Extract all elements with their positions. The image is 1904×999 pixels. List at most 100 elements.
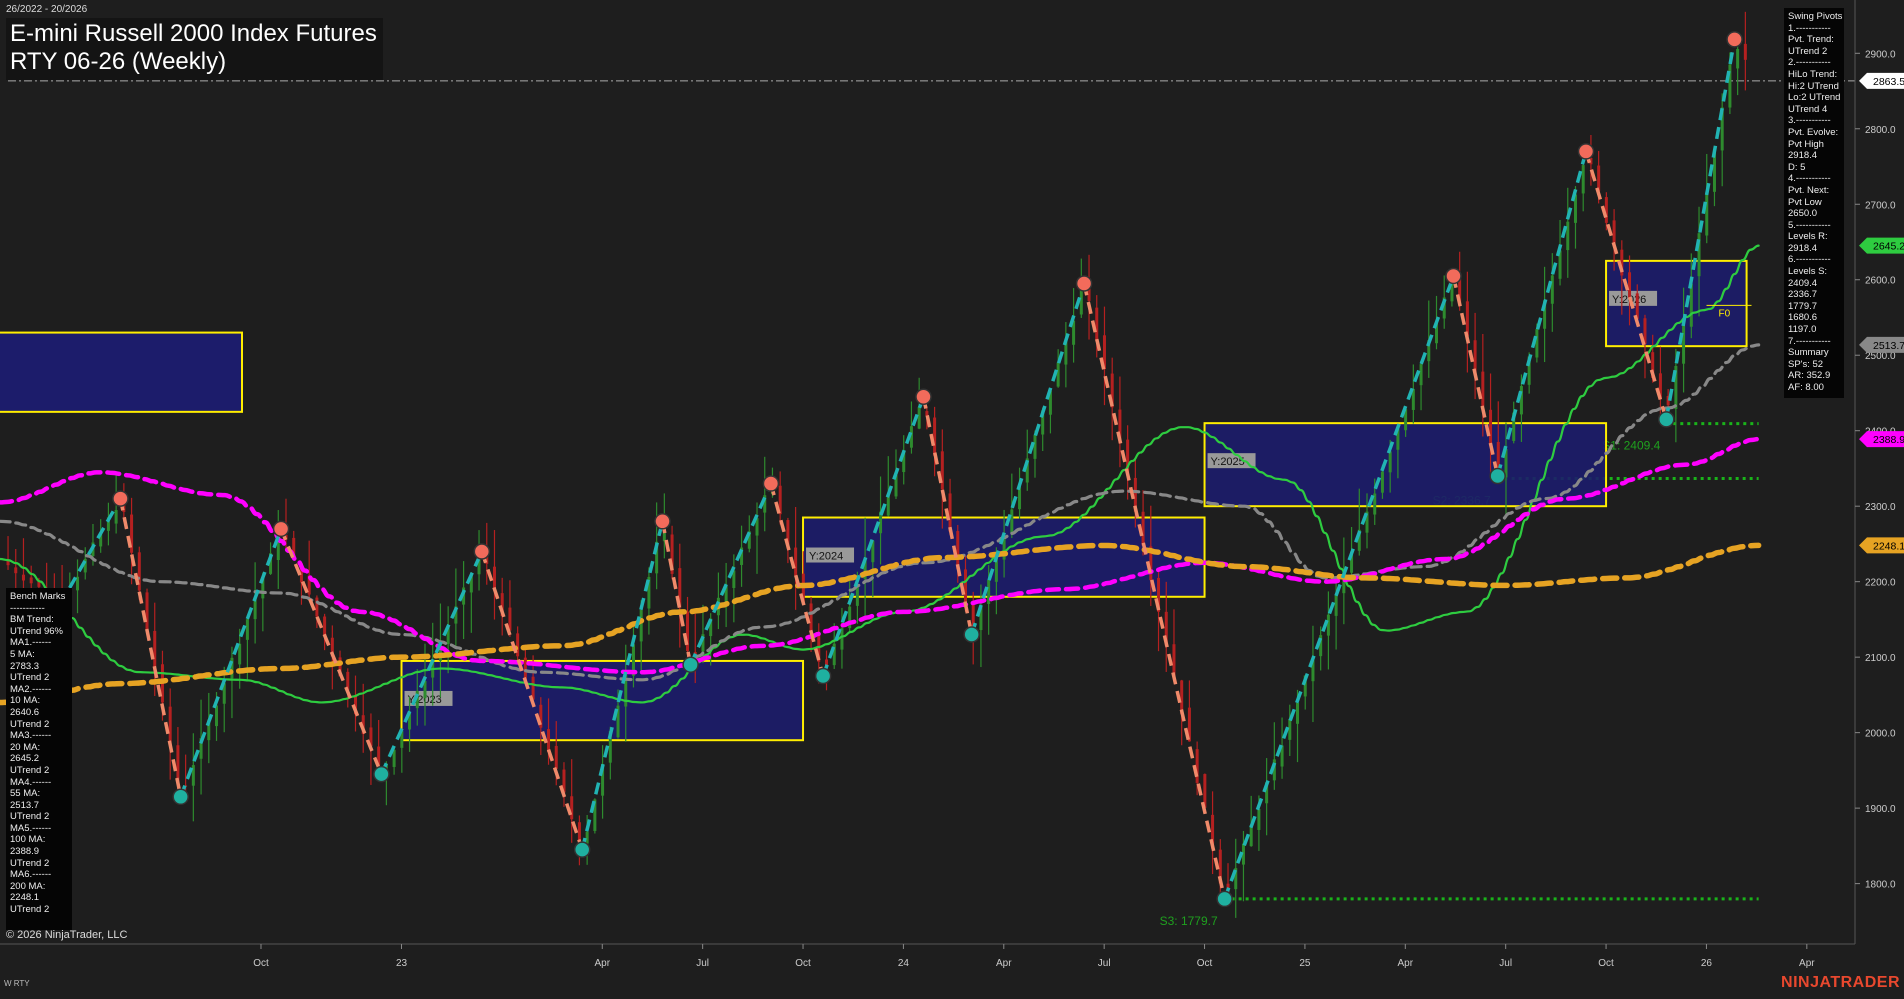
swing-low-marker bbox=[814, 667, 832, 685]
benchmarks-line: MA5.------ bbox=[10, 822, 52, 834]
x-tick-label: Apr bbox=[1398, 958, 1414, 969]
chart-area[interactable]: S1: 2409.4S2: 2336.7S3: 1779.7Y:2023Y:20… bbox=[0, 0, 1904, 994]
swing-pivots-line: UTrend 2 bbox=[1788, 45, 1828, 57]
swing-pivots-line: Pvt High bbox=[1788, 138, 1824, 150]
candle-body bbox=[1566, 221, 1570, 251]
candle-body bbox=[1535, 329, 1539, 358]
candle-body bbox=[1056, 362, 1060, 387]
swing-low-marker bbox=[1489, 467, 1506, 485]
swing-pivots-line: Hi:2 UTrend bbox=[1788, 80, 1839, 92]
y-tick-label: 2200.0 bbox=[1865, 578, 1896, 589]
benchmarks-line: 2640.6 bbox=[10, 706, 40, 718]
swing-pivots-line: 4.----------- bbox=[1788, 173, 1831, 185]
copyright: © 2026 NinjaTrader, LLC bbox=[6, 929, 128, 941]
swing-pivots-line: AF: 8.00 bbox=[1788, 382, 1824, 393]
x-tick-label: Oct bbox=[253, 958, 269, 969]
benchmarks-line: BM Trend: bbox=[10, 614, 54, 626]
y-tick-label: 1800.0 bbox=[1865, 880, 1896, 891]
x-tick-label: 24 bbox=[898, 958, 910, 969]
swing-pivots-line: 1197.0 bbox=[1788, 324, 1817, 336]
benchmarks-line: UTrend 2 bbox=[10, 764, 50, 776]
swing-high-marker bbox=[1726, 31, 1743, 48]
swing-up-leg bbox=[179, 528, 283, 798]
candle-body bbox=[1705, 192, 1709, 236]
candle-body bbox=[1465, 301, 1469, 337]
benchmarks-line: 2248.1 bbox=[10, 892, 40, 904]
swing-pivots-line: 7.----------- bbox=[1788, 335, 1831, 347]
benchmarks-line: UTrend 96% bbox=[10, 625, 63, 637]
swing-low-marker bbox=[573, 841, 591, 858]
candle-body bbox=[1334, 594, 1338, 616]
benchmarks-line: 2645.2 bbox=[10, 753, 40, 765]
swing-pivots-line: 2918.4 bbox=[1788, 150, 1818, 162]
benchmarks-line: MA2.------ bbox=[10, 683, 52, 695]
candle-body bbox=[547, 729, 551, 753]
swing-high-marker bbox=[1577, 143, 1595, 160]
candle-body bbox=[253, 598, 257, 620]
x-tick-label: Oct bbox=[795, 958, 811, 969]
candle-body bbox=[323, 616, 327, 636]
chart-title: E-mini Russell 2000 Index Futures bbox=[10, 20, 377, 47]
swing-low-marker bbox=[1216, 890, 1233, 908]
x-tick-label: Apr bbox=[1799, 958, 1815, 969]
price-chart[interactable]: S1: 2409.4S2: 2336.7S3: 1779.7Y:2023Y:20… bbox=[0, 0, 1904, 994]
swing-low-marker bbox=[682, 656, 699, 673]
benchmarks-line: 2388.9 bbox=[10, 846, 40, 858]
candle-body bbox=[1010, 509, 1014, 534]
candle-body bbox=[1033, 434, 1037, 459]
y-tick-label: 2900.0 bbox=[1865, 49, 1896, 60]
y-tick-label: 2000.0 bbox=[1865, 729, 1896, 740]
candle-body bbox=[1550, 275, 1554, 304]
candle-body bbox=[1519, 386, 1523, 415]
swing-pivots-line: Swing Pivots bbox=[1788, 11, 1843, 22]
x-tick-label: Oct bbox=[1197, 958, 1213, 969]
swing-pivots-line: D: 5 bbox=[1788, 161, 1806, 173]
swing-pivots-line: Pvt Low bbox=[1788, 196, 1822, 208]
benchmarks-line: UTrend 2 bbox=[10, 811, 50, 823]
swing-low-marker bbox=[373, 765, 390, 783]
candle-body bbox=[168, 706, 172, 745]
benchmarks-line: MA3.------ bbox=[10, 730, 52, 742]
date-range: 26/2022 - 20/2026 bbox=[6, 4, 88, 15]
candle-body bbox=[176, 745, 180, 784]
candle-body bbox=[1095, 307, 1099, 342]
swing-low-marker bbox=[1658, 411, 1675, 428]
candle-body bbox=[1419, 364, 1423, 386]
swing-up-leg bbox=[1664, 39, 1737, 420]
candle-body bbox=[21, 574, 25, 581]
swing-low-marker bbox=[963, 626, 980, 643]
yearly-range-box-2022 bbox=[0, 331, 243, 413]
y-tick-label: 2600.0 bbox=[1865, 276, 1896, 287]
candle-body bbox=[948, 493, 952, 532]
candle-body bbox=[925, 411, 929, 416]
y-tick-label: 2100.0 bbox=[1865, 653, 1896, 664]
benchmarks-line: UTrend 2 bbox=[10, 718, 50, 730]
swing-pivots-line: Pvt. Evolve: bbox=[1788, 126, 1839, 138]
candle-body bbox=[1689, 283, 1693, 327]
benchmarks-line: UTrend 2 bbox=[10, 672, 50, 684]
candle-body bbox=[145, 592, 149, 631]
swing-high-marker bbox=[654, 513, 671, 530]
swing-pivots-line: UTrend 4 bbox=[1788, 103, 1828, 115]
swing-pivots-line: 2918.4 bbox=[1788, 242, 1818, 254]
candle-body bbox=[1581, 165, 1585, 194]
benchmarks-panel: Bench Marks ----------- BM Trend: UTrend 96… bbox=[6, 588, 72, 930]
swing-high-marker bbox=[1445, 267, 1462, 285]
y-tick-label: 2700.0 bbox=[1865, 200, 1896, 211]
swing-pivots-line: 2409.4 bbox=[1788, 277, 1818, 289]
candle-body bbox=[940, 451, 944, 490]
candle-body bbox=[1736, 49, 1740, 69]
benchmarks-line: MA6.------ bbox=[10, 869, 52, 881]
swing-pivots-line: 1779.7 bbox=[1788, 300, 1818, 312]
candle-body bbox=[153, 630, 157, 670]
yearly-range-box bbox=[400, 659, 805, 742]
benchmarks-line: 55 MA: bbox=[10, 788, 41, 800]
y-tick-label: 1900.0 bbox=[1865, 804, 1896, 815]
benchmarks-line: UTrend 2 bbox=[10, 904, 50, 916]
y-tick-label: 2800.0 bbox=[1865, 125, 1896, 136]
x-tick-label: Oct bbox=[1598, 958, 1614, 969]
x-tick-label: Jul bbox=[1499, 958, 1512, 969]
swing-high-marker bbox=[762, 475, 780, 492]
candle-body bbox=[570, 796, 574, 820]
swing-down-leg bbox=[118, 498, 183, 798]
